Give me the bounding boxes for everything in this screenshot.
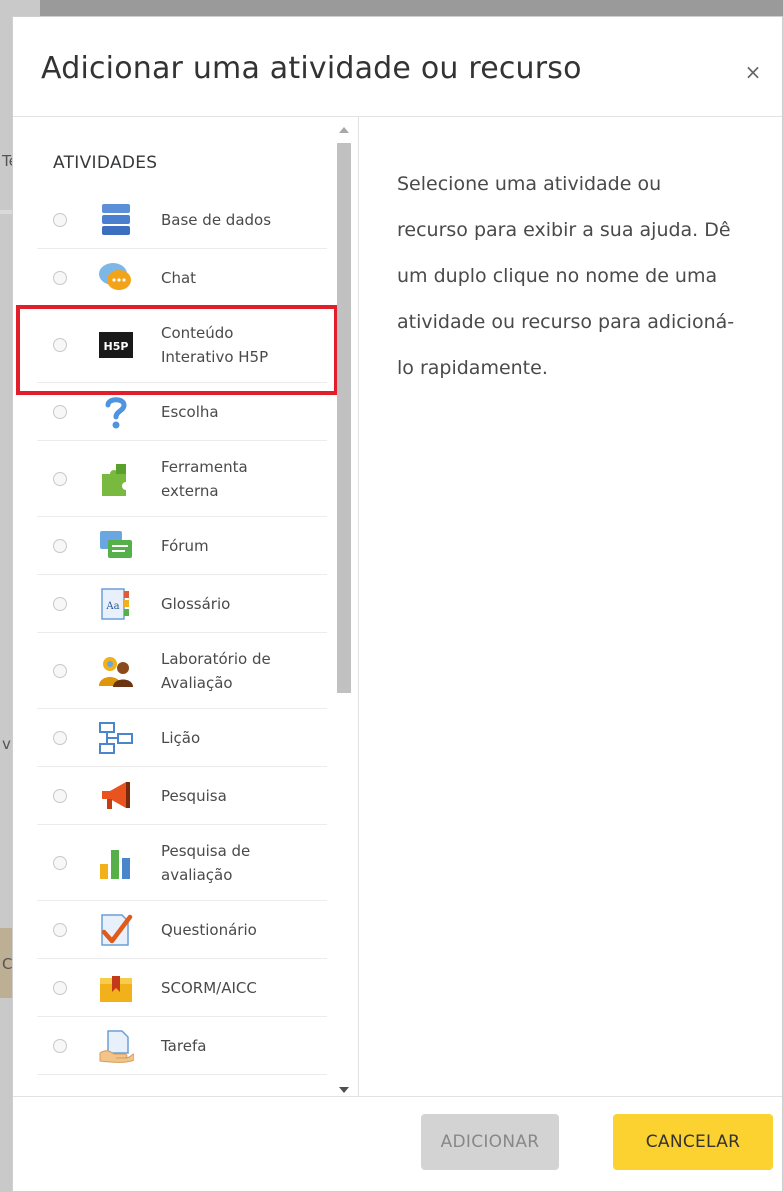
help-text: Selecione uma atividade ou recurso para … bbox=[397, 173, 735, 379]
question-icon bbox=[97, 395, 135, 429]
glossary-icon: Aa bbox=[97, 587, 135, 621]
option-label: Laboratório de Avaliação bbox=[161, 649, 271, 692]
scrollbar-thumb[interactable] bbox=[337, 143, 351, 693]
close-icon[interactable]: × bbox=[743, 62, 763, 82]
radio-button[interactable] bbox=[53, 337, 67, 352]
option-label: Glossário bbox=[161, 594, 231, 613]
svg-text:Aa: Aa bbox=[105, 601, 119, 612]
option-licao[interactable]: Lição bbox=[37, 709, 327, 767]
database-icon bbox=[97, 203, 135, 237]
cancel-button[interactable]: CANCELAR bbox=[613, 1114, 773, 1170]
quiz-icon bbox=[97, 913, 135, 947]
activity-options: Base de dados Chat H5P Conteúdo Interati… bbox=[37, 191, 327, 1075]
forum-icon bbox=[97, 529, 135, 563]
add-button[interactable]: ADICIONAR bbox=[421, 1114, 559, 1170]
option-label: Pesquisa de avaliação bbox=[161, 841, 251, 884]
puzzle-icon bbox=[97, 462, 135, 496]
radio-button[interactable] bbox=[53, 270, 67, 285]
scorm-icon bbox=[97, 971, 135, 1005]
option-label: Questionário bbox=[161, 920, 257, 939]
option-label: Fórum bbox=[161, 536, 209, 555]
option-label: Ferramenta externa bbox=[161, 457, 248, 500]
option-pesquisa[interactable]: Pesquisa bbox=[37, 767, 327, 825]
option-label: Escolha bbox=[161, 402, 219, 421]
option-escolha[interactable]: Escolha bbox=[37, 383, 327, 441]
workshop-icon bbox=[97, 654, 135, 688]
scroll-down-arrow-icon[interactable] bbox=[339, 1087, 349, 1093]
option-forum[interactable]: Fórum bbox=[37, 517, 327, 575]
option-tarefa[interactable]: Tarefa bbox=[37, 1017, 327, 1075]
bar-chart-icon bbox=[97, 846, 135, 880]
radio-button[interactable] bbox=[53, 1038, 67, 1053]
option-label: Lição bbox=[161, 728, 201, 747]
radio-button[interactable] bbox=[53, 471, 67, 486]
megaphone-icon bbox=[97, 779, 135, 813]
option-label: Conteúdo Interativo H5P bbox=[161, 323, 269, 366]
radio-button[interactable] bbox=[53, 730, 67, 745]
option-scorm-aicc[interactable]: SCORM/AICC bbox=[37, 959, 327, 1017]
radio-button[interactable] bbox=[53, 980, 67, 995]
option-base-de-dados[interactable]: Base de dados bbox=[37, 191, 327, 249]
radio-button[interactable] bbox=[53, 538, 67, 553]
option-label: SCORM/AICC bbox=[161, 978, 257, 997]
modal-footer: ADICIONAR CANCELAR bbox=[13, 1096, 782, 1191]
svg-text:H5P: H5P bbox=[104, 340, 129, 353]
option-label: Pesquisa bbox=[161, 786, 227, 805]
option-label: Chat bbox=[161, 268, 197, 287]
modal-title: Adicionar uma atividade ou recurso bbox=[41, 51, 582, 86]
section-title: ATIVIDADES bbox=[53, 153, 158, 173]
radio-button[interactable] bbox=[53, 788, 67, 803]
background-text-fragment: v bbox=[2, 735, 11, 753]
assignment-icon bbox=[97, 1029, 135, 1063]
scroll-up-arrow-icon[interactable] bbox=[339, 127, 349, 133]
background-text-fragment: C bbox=[2, 955, 13, 973]
option-label: Tarefa bbox=[161, 1036, 207, 1055]
option-pesquisa-de-avaliacao[interactable]: Pesquisa de avaliação bbox=[37, 825, 327, 901]
h5p-icon: H5P bbox=[97, 328, 135, 362]
radio-button[interactable] bbox=[53, 663, 67, 678]
lesson-icon bbox=[97, 721, 135, 755]
radio-button[interactable] bbox=[53, 404, 67, 419]
chat-icon bbox=[97, 261, 135, 295]
radio-button[interactable] bbox=[53, 212, 67, 227]
radio-button[interactable] bbox=[53, 922, 67, 937]
option-label: Base de dados bbox=[161, 210, 272, 229]
option-laboratorio-de-avaliacao[interactable]: Laboratório de Avaliação bbox=[37, 633, 327, 709]
option-questionario[interactable]: Questionário bbox=[37, 901, 327, 959]
activity-list-panel: ATIVIDADES Base de dados Chat H5P Conteú… bbox=[13, 117, 359, 1096]
scrollbar[interactable] bbox=[335, 123, 353, 1096]
option-chat[interactable]: Chat bbox=[37, 249, 327, 307]
radio-button[interactable] bbox=[53, 855, 67, 870]
option-h5p[interactable]: H5P Conteúdo Interativo H5P bbox=[37, 307, 327, 383]
radio-button[interactable] bbox=[53, 596, 67, 611]
activity-chooser-modal: Adicionar uma atividade ou recurso × ATI… bbox=[12, 16, 783, 1192]
option-glossario[interactable]: Aa Glossário bbox=[37, 575, 327, 633]
modal-header: Adicionar uma atividade ou recurso × bbox=[13, 17, 782, 117]
modal-body: ATIVIDADES Base de dados Chat H5P Conteú… bbox=[13, 117, 782, 1096]
option-ferramenta-externa[interactable]: Ferramenta externa bbox=[37, 441, 327, 517]
